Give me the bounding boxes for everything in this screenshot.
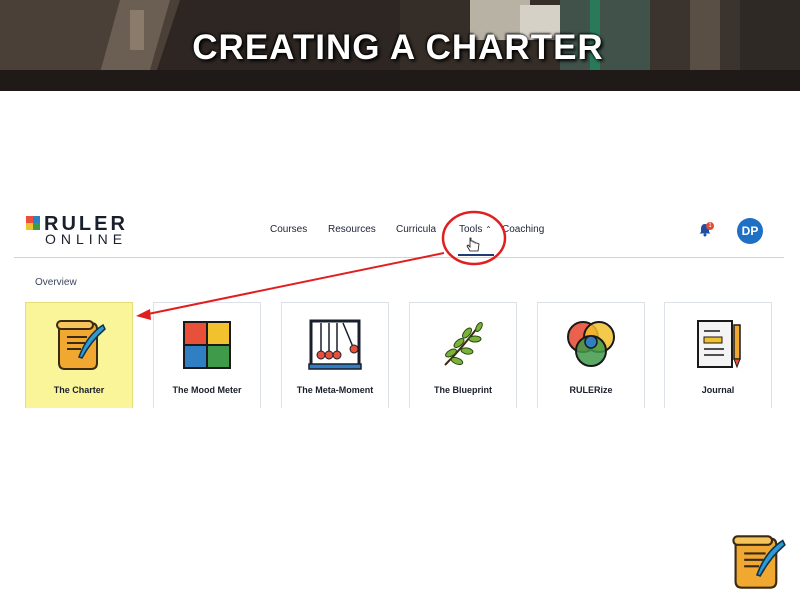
slide-banner: CREATING A CHARTER [0, 0, 800, 91]
logo-wordmark-bottom: ONLINE [45, 231, 128, 247]
tool-card-label: The Blueprint [434, 385, 492, 395]
tool-card-label: RULERize [569, 385, 613, 395]
tab-overview[interactable]: Overview [35, 277, 77, 288]
slide-title: CREATING A CHARTER [192, 28, 604, 67]
ruler-logo-icon [26, 216, 40, 230]
tool-card-label: The Mood Meter [172, 385, 242, 395]
journal-pencil-icon [697, 320, 741, 369]
tool-card-label: The Charter [53, 385, 105, 395]
arrowhead-icon [136, 309, 151, 320]
nav-coaching[interactable]: Coaching [502, 224, 544, 235]
tool-card-label: Journal [701, 385, 735, 395]
nav-courses[interactable]: Courses [270, 224, 307, 235]
nav-active-indicator [458, 254, 494, 256]
nav-resources[interactable]: Resources [328, 224, 376, 235]
nav-tools[interactable]: Tools ⌃ [459, 224, 492, 235]
header-divider [14, 257, 784, 258]
scroll-quill-icon [732, 535, 786, 589]
scroll-quill-icon [56, 320, 106, 370]
user-avatar[interactable]: DP [737, 218, 763, 244]
newtons-cradle-icon [308, 319, 362, 370]
mood-meter-grid-icon [183, 321, 231, 369]
nav-curricula[interactable]: Curricula [396, 224, 436, 235]
venn-circles-icon [567, 321, 615, 367]
tool-card-mood-meter[interactable]: The Mood Meter [153, 302, 261, 408]
hand-cursor-icon [466, 237, 480, 252]
tool-card-label: The Meta-Moment [296, 385, 374, 395]
tool-card-charter[interactable]: The Charter [25, 302, 133, 408]
tool-card-rulerize[interactable]: RULERize [537, 302, 645, 408]
laurel-branch-icon [444, 321, 483, 366]
notification-badge: 1 [706, 222, 714, 230]
chevron-up-icon: ⌃ [485, 225, 492, 234]
tool-card-journal[interactable]: Journal [664, 302, 772, 408]
tool-card-meta-moment[interactable]: The Meta-Moment [281, 302, 389, 408]
nav-tools-label: Tools [459, 224, 483, 235]
tool-card-blueprint[interactable]: The Blueprint [409, 302, 517, 408]
